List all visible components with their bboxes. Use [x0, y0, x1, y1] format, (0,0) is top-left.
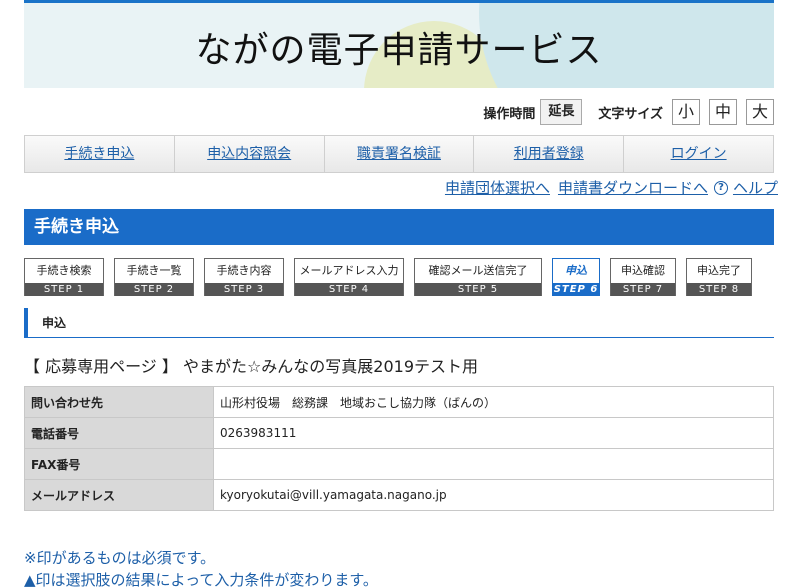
step-3: 手続き内容 STEP 3: [204, 258, 284, 296]
step-number: STEP 5: [415, 283, 541, 296]
email-value: kyoryokutai@vill.yamagata.nagano.jp: [213, 479, 774, 511]
phone-label: 電話番号: [24, 417, 214, 449]
step-name: 手続き検索: [36, 264, 92, 277]
phone-value: 0263983111: [213, 417, 774, 449]
nav-item-login[interactable]: ログイン: [624, 136, 773, 172]
step-name: 申込完了: [697, 264, 741, 277]
contact-label: 問い合わせ先: [24, 386, 214, 418]
required-note: ※印があるものは必須です。: [24, 549, 216, 567]
header-banner: ながの電子申請サービス: [24, 0, 774, 88]
sub-links: 申請団体選択へ 申請書ダウンロードへ ? ヘルプ: [445, 177, 778, 198]
toolbar: 操作時間 延長 文字サイズ 小 中 大: [471, 99, 774, 125]
form-download-link[interactable]: 申請書ダウンロードへ: [558, 177, 708, 198]
step-4: メールアドレス入力 STEP 4: [294, 258, 404, 296]
fax-value: [213, 448, 774, 480]
main-nav: 手続き申込 申込内容照会 職責署名検証 利用者登録 ログイン: [24, 135, 774, 173]
font-size-label: 文字サイズ: [598, 106, 663, 122]
nav-item-signature-verify[interactable]: 職責署名検証: [325, 136, 475, 172]
step-number: STEP 4: [295, 283, 403, 296]
font-size-small-button[interactable]: 小: [672, 99, 700, 125]
step-name: 手続き一覧: [126, 264, 182, 277]
group-select-link[interactable]: 申請団体選択へ: [445, 177, 550, 198]
step-number: STEP 7: [611, 283, 675, 296]
step-indicator: 手続き検索 STEP 1 手続き一覧 STEP 2 手続き内容 STEP 3 メ…: [24, 258, 752, 296]
table-row: 問い合わせ先 山形村役場 総務課 地域おこし協力隊（ばんの）: [24, 386, 774, 418]
nav-item-user-register[interactable]: 利用者登録: [474, 136, 625, 172]
step-6-active: 申込 STEP 6: [552, 258, 600, 296]
step-number: STEP 6: [553, 283, 599, 296]
sub-heading: 申込: [24, 308, 774, 338]
table-row: FAX番号: [24, 448, 774, 480]
help-icon[interactable]: ?: [713, 180, 728, 195]
step-7: 申込確認 STEP 7: [610, 258, 676, 296]
nav-item-apply[interactable]: 手続き申込: [25, 136, 175, 172]
step-5: 確認メール送信完了 STEP 5: [414, 258, 542, 296]
step-name: 申込確認: [621, 264, 665, 277]
step-number: STEP 2: [115, 283, 193, 296]
help-link[interactable]: ヘルプ: [733, 177, 778, 198]
contact-value: 山形村役場 総務課 地域おこし協力隊（ばんの）: [213, 386, 774, 418]
step-number: STEP 1: [25, 283, 103, 296]
operation-time-label: 操作時間: [483, 106, 536, 122]
extend-time-button[interactable]: 延長: [540, 99, 583, 125]
form-notes: ※印があるものは必須です。 ▲印は選択肢の結果によって入力条件が変わります。: [24, 547, 378, 587]
page-title: 【 応募専用ページ 】 やまがた☆みんなの写真展2019テスト用: [24, 357, 479, 376]
step-number: STEP 8: [687, 283, 751, 296]
table-row: 電話番号 0263983111: [24, 417, 774, 449]
step-2: 手続き一覧 STEP 2: [114, 258, 194, 296]
section-title: 手続き申込: [24, 209, 774, 245]
step-name: 確認メール送信完了: [428, 264, 528, 277]
step-name: メールアドレス入力: [299, 264, 399, 277]
step-name: 申込: [565, 264, 587, 277]
email-label: メールアドレス: [24, 479, 214, 511]
step-1: 手続き検索 STEP 1: [24, 258, 104, 296]
fax-label: FAX番号: [24, 448, 214, 480]
font-size-medium-button[interactable]: 中: [709, 99, 737, 125]
step-8: 申込完了 STEP 8: [686, 258, 752, 296]
step-name: 手続き内容: [216, 264, 272, 277]
table-row: メールアドレス kyoryokutai@vill.yamagata.nagano…: [24, 479, 774, 511]
contact-table: 問い合わせ先 山形村役場 総務課 地域おこし協力隊（ばんの） 電話番号 0263…: [24, 386, 774, 511]
conditional-note: ▲印は選択肢の結果によって入力条件が変わります。: [24, 571, 378, 587]
font-size-large-button[interactable]: 大: [746, 99, 774, 125]
step-number: STEP 3: [205, 283, 283, 296]
nav-item-inquiry[interactable]: 申込内容照会: [175, 136, 325, 172]
site-title: ながの電子申請サービス: [195, 30, 603, 71]
